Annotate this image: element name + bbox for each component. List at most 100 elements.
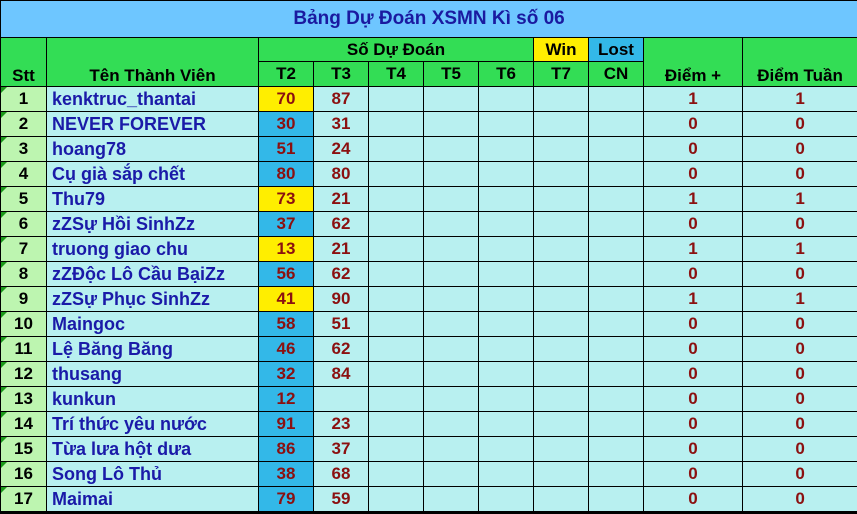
row-t3-prediction: 59 — [313, 486, 369, 512]
row-t4-prediction — [368, 86, 424, 112]
row-t4-prediction — [368, 486, 424, 512]
row-t6-prediction — [478, 486, 534, 512]
row-t7-prediction — [533, 386, 589, 412]
row-member-name: zZĐộc Lô Cầu BạiZz — [46, 261, 259, 287]
row-t6-prediction — [478, 436, 534, 462]
row-t4-prediction — [368, 411, 424, 437]
row-stt: 15 — [0, 436, 47, 462]
row-t5-prediction — [423, 436, 479, 462]
legend-lost: Lost — [588, 37, 644, 62]
row-weekly: 1 — [741, 286, 857, 312]
row-t3-prediction: 21 — [313, 186, 369, 212]
table-row: 5 Thu79 73 21 1 1 — [0, 186, 857, 212]
row-stt: 11 — [0, 336, 47, 362]
row-t4-prediction — [368, 236, 424, 262]
table-row: 3 hoang78 51 24 0 0 — [0, 136, 857, 162]
row-cn-prediction — [588, 286, 644, 312]
table-row: 2 NEVER FOREVER 30 31 0 0 — [0, 111, 857, 137]
row-t2-prediction: 51 — [258, 136, 314, 162]
row-cn-prediction — [588, 261, 644, 287]
row-cn-prediction — [588, 111, 644, 137]
row-member-name: thusang — [46, 361, 259, 387]
row-cn-prediction — [588, 211, 644, 237]
row-member-name: Maimai — [46, 486, 259, 512]
row-member-name: kenktruc_thantai — [46, 86, 259, 112]
row-stt: 3 — [0, 136, 47, 162]
row-member-name: Song Lô Thủ — [46, 461, 259, 487]
row-points: 1 — [643, 86, 743, 112]
row-cn-prediction — [588, 436, 644, 462]
row-member-name: Từa lưa hột dưa — [46, 436, 259, 462]
row-t4-prediction — [368, 286, 424, 312]
row-t3-prediction: 87 — [313, 86, 369, 112]
row-t4-prediction — [368, 161, 424, 187]
row-t4-prediction — [368, 136, 424, 162]
row-t3-prediction — [313, 386, 369, 412]
row-member-name: zZSự Phục SinhZz — [46, 286, 259, 312]
table-row: 4 Cụ già sắp chết 80 80 0 0 — [0, 161, 857, 187]
row-points: 0 — [643, 361, 743, 387]
row-t7-prediction — [533, 411, 589, 437]
row-t5-prediction — [423, 161, 479, 187]
row-t5-prediction — [423, 261, 479, 287]
table-row: 10 Maingoc 58 51 0 0 — [0, 311, 857, 337]
header-prediction: Số Dự Đoán — [258, 37, 534, 62]
row-stt: 1 — [0, 86, 47, 112]
row-t7-prediction — [533, 486, 589, 512]
header-points: Điểm + — [643, 37, 743, 87]
row-cn-prediction — [588, 486, 644, 512]
row-t3-prediction: 62 — [313, 211, 369, 237]
row-t3-prediction: 37 — [313, 436, 369, 462]
header-day-t6: T6 — [478, 61, 534, 87]
row-member-name: zZSự Hồi SinhZz — [46, 211, 259, 237]
row-t4-prediction — [368, 386, 424, 412]
table-row: 14 Trí thức yêu nước 91 23 0 0 — [0, 411, 857, 437]
row-t2-prediction: 56 — [258, 261, 314, 287]
row-cn-prediction — [588, 361, 644, 387]
row-t6-prediction — [478, 361, 534, 387]
row-t6-prediction — [478, 261, 534, 287]
row-t2-prediction: 13 — [258, 236, 314, 262]
row-t6-prediction — [478, 236, 534, 262]
row-weekly: 0 — [741, 311, 857, 337]
row-t3-prediction: 31 — [313, 111, 369, 137]
row-stt: 13 — [0, 386, 47, 412]
header-day-cn: CN — [588, 61, 644, 87]
row-t4-prediction — [368, 336, 424, 362]
row-points: 0 — [643, 211, 743, 237]
row-weekly: 0 — [741, 386, 857, 412]
row-stt: 5 — [0, 186, 47, 212]
row-t7-prediction — [533, 236, 589, 262]
row-t3-prediction: 84 — [313, 361, 369, 387]
row-t6-prediction — [478, 136, 534, 162]
table-row: 9 zZSự Phục SinhZz 41 90 1 1 — [0, 286, 857, 312]
row-t3-prediction: 62 — [313, 336, 369, 362]
row-t4-prediction — [368, 111, 424, 137]
header-day-t3: T3 — [313, 61, 369, 87]
row-points: 1 — [643, 186, 743, 212]
row-points: 0 — [643, 111, 743, 137]
row-stt: 16 — [0, 461, 47, 487]
row-t5-prediction — [423, 386, 479, 412]
header-weekly: Điểm Tuần — [741, 37, 857, 87]
row-points: 0 — [643, 261, 743, 287]
row-stt: 9 — [0, 286, 47, 312]
row-t5-prediction — [423, 486, 479, 512]
row-weekly: 0 — [741, 336, 857, 362]
row-t2-prediction: 58 — [258, 311, 314, 337]
row-member-name: Maingoc — [46, 311, 259, 337]
row-t5-prediction — [423, 411, 479, 437]
row-t2-prediction: 46 — [258, 336, 314, 362]
row-t4-prediction — [368, 436, 424, 462]
row-t3-prediction: 68 — [313, 461, 369, 487]
row-t5-prediction — [423, 361, 479, 387]
row-points: 0 — [643, 386, 743, 412]
row-cn-prediction — [588, 86, 644, 112]
row-cn-prediction — [588, 311, 644, 337]
row-t7-prediction — [533, 136, 589, 162]
row-weekly: 1 — [741, 186, 857, 212]
row-weekly: 0 — [741, 211, 857, 237]
row-t2-prediction: 91 — [258, 411, 314, 437]
row-t2-prediction: 12 — [258, 386, 314, 412]
table-row: 11 Lệ Băng Băng 46 62 0 0 — [0, 336, 857, 362]
